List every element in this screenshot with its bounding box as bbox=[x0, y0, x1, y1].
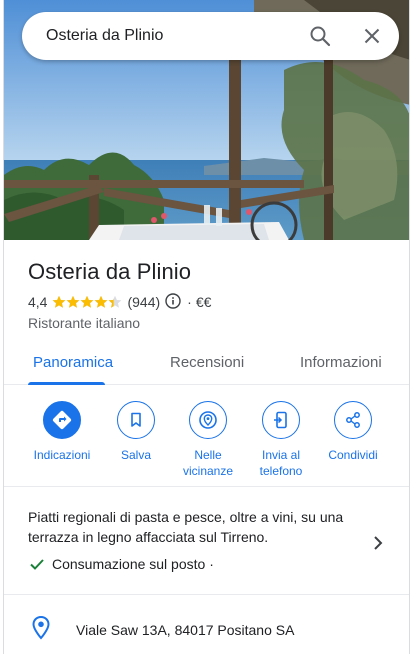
description-section[interactable]: Piatti regionali di pasta e pesce, oltre… bbox=[4, 487, 409, 595]
star-icon bbox=[67, 295, 80, 308]
share-label: Condividi bbox=[328, 448, 378, 462]
separator: · bbox=[187, 294, 192, 310]
tab-reviews[interactable]: Recensioni bbox=[170, 354, 244, 371]
service-option: Consumazione sul posto · bbox=[28, 555, 214, 573]
checkmark-icon bbox=[30, 559, 44, 570]
star-rating bbox=[52, 295, 122, 309]
star-icon bbox=[109, 295, 122, 308]
send-to-phone-button[interactable]: Invia al telefono bbox=[243, 401, 319, 479]
description-text: Piatti regionali di pasta e pesce, oltre… bbox=[28, 509, 344, 545]
directions-button[interactable]: Indicazioni bbox=[24, 401, 100, 463]
star-icon bbox=[81, 295, 94, 308]
chevron-right-icon[interactable] bbox=[366, 531, 390, 560]
nearby-button[interactable]: Nelle vicinanze bbox=[170, 401, 246, 479]
search-icon[interactable] bbox=[308, 24, 332, 48]
share-button[interactable]: Condividi bbox=[315, 401, 391, 463]
send-to-phone-label: Invia al telefono bbox=[259, 448, 303, 478]
star-icon bbox=[95, 295, 108, 308]
tab-about[interactable]: Informazioni bbox=[300, 354, 382, 371]
save-label: Salva bbox=[120, 448, 152, 462]
action-buttons: Indicazioni Salva Nelle vicinanze Invia … bbox=[4, 385, 409, 487]
place-category[interactable]: Ristorante italiano bbox=[28, 315, 140, 331]
star-icon bbox=[53, 295, 66, 308]
address-row[interactable]: Viale Saw 13A, 84017 Positano SA bbox=[4, 608, 409, 654]
price-level: €€ bbox=[195, 294, 212, 310]
rating-row: 4,4 (944) · €€ bbox=[28, 292, 212, 312]
tab-overview[interactable]: Panoramica bbox=[33, 354, 113, 371]
nearby-label: Nelle vicinanze bbox=[182, 448, 234, 478]
place-panel: Osteria da Plinio Osteria da Plinio 4,4 … bbox=[3, 0, 410, 654]
bookmark-icon bbox=[131, 412, 141, 427]
tab-bar: Panoramica Recensioni Informazioni bbox=[4, 340, 409, 385]
address-text: Viale Saw 13A, 84017 Positano SA bbox=[76, 622, 295, 638]
search-box[interactable]: Osteria da Plinio bbox=[22, 12, 399, 60]
service-option-label: Consumazione sul posto · bbox=[52, 556, 214, 572]
location-pin-icon bbox=[30, 614, 52, 647]
save-button[interactable]: Salva bbox=[98, 401, 174, 463]
send-to-phone-icon bbox=[274, 411, 287, 429]
directions-icon bbox=[52, 410, 72, 430]
info-icon[interactable] bbox=[165, 292, 181, 312]
review-count[interactable]: (944) bbox=[127, 294, 160, 310]
share-icon bbox=[346, 412, 360, 428]
directions-label: Indicazioni bbox=[33, 448, 91, 462]
rating-value: 4,4 bbox=[28, 294, 48, 310]
close-icon[interactable] bbox=[360, 24, 384, 48]
search-input[interactable]: Osteria da Plinio bbox=[46, 27, 163, 45]
nearby-icon bbox=[199, 411, 217, 429]
place-title: Osteria da Plinio bbox=[28, 259, 192, 284]
